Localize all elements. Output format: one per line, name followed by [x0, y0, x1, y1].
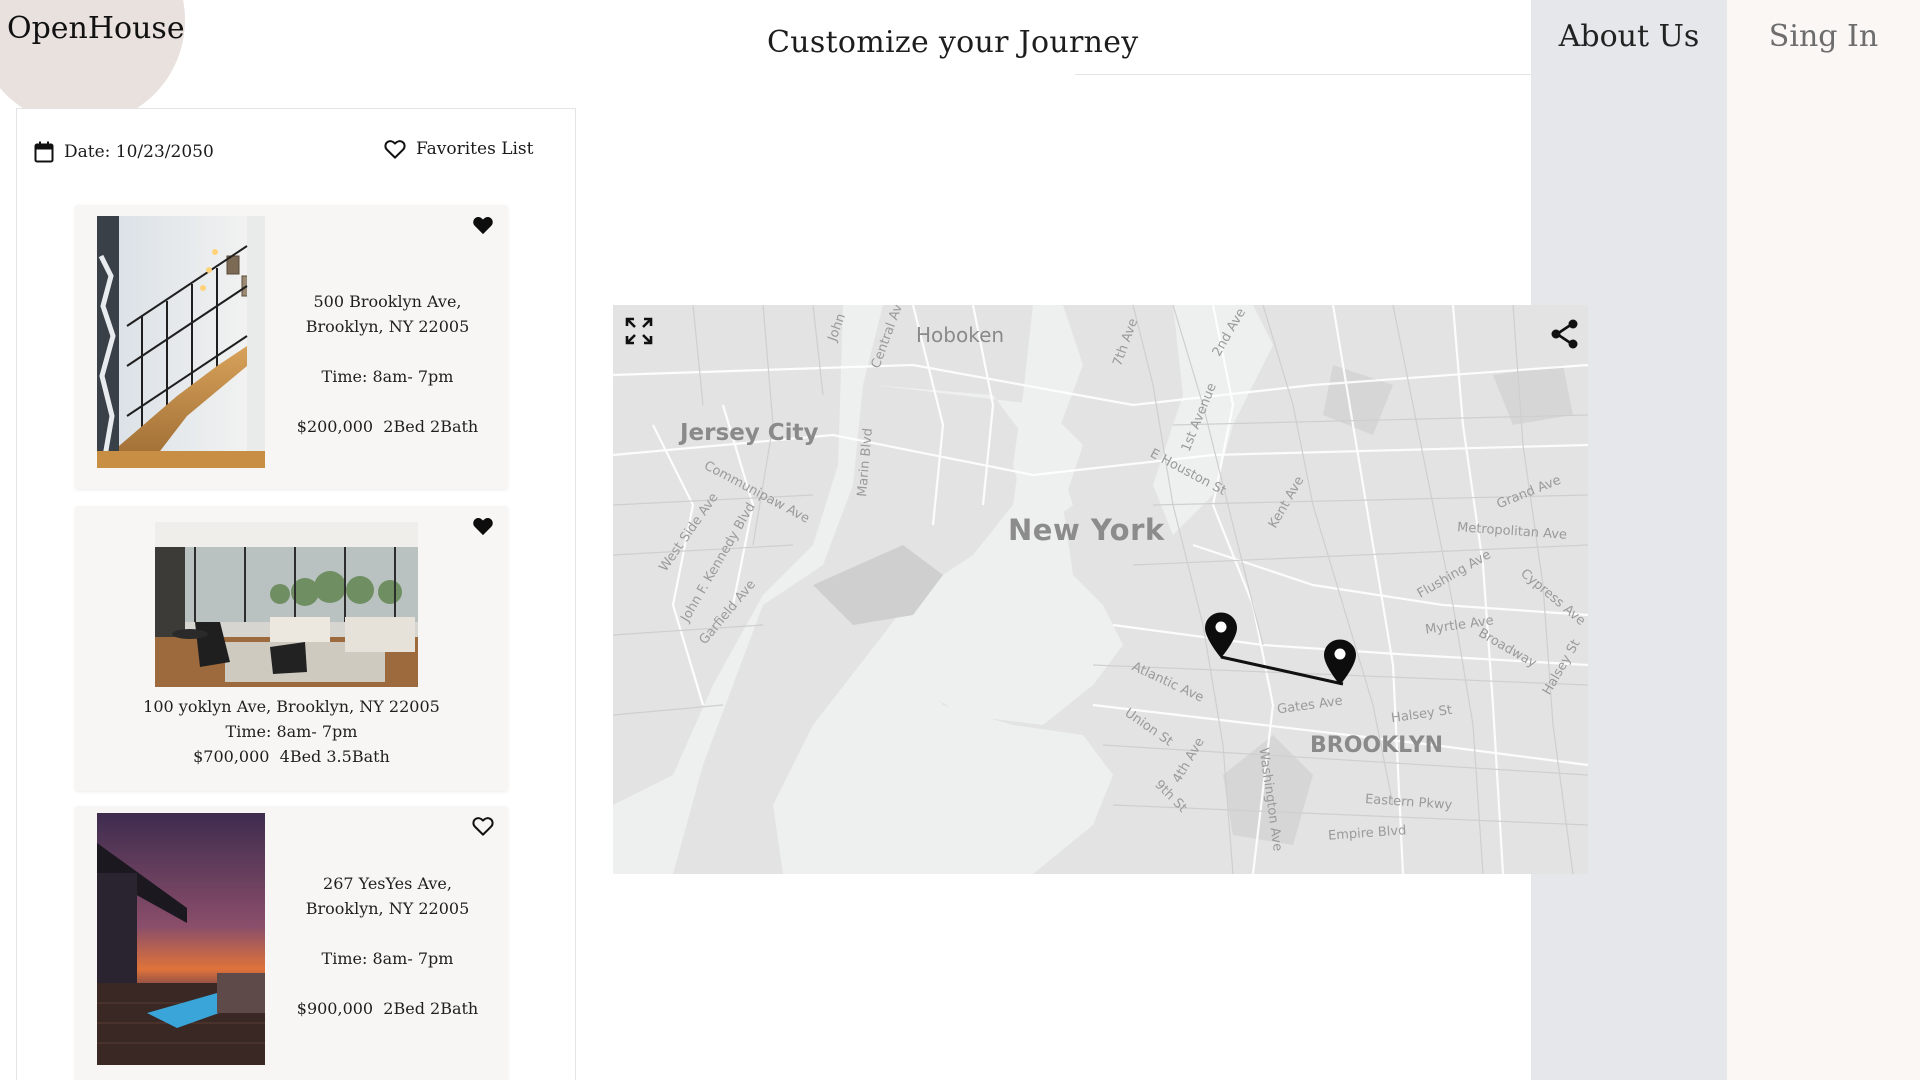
map-pin-icon[interactable] [1322, 638, 1358, 686]
share-icon[interactable] [1548, 317, 1582, 351]
listing-details: 2Bed 2Bath [383, 417, 479, 436]
listing-info: 100 yoklyn Ave, Brooklyn, NY 22005 Time:… [75, 694, 508, 769]
map-label-hoboken: Hoboken [916, 323, 1005, 347]
heart-outline-icon[interactable] [472, 816, 494, 836]
nav-signin-label[interactable]: Sing In [1727, 19, 1920, 54]
title-divider [1075, 74, 1531, 75]
listing-card[interactable]: 267 YesYes Ave, Brooklyn, NY 22005 Time:… [75, 806, 508, 1080]
map-pin-icon[interactable] [1203, 611, 1239, 659]
listing-time: Time: 8am- 7pm [321, 949, 454, 968]
listing-photo[interactable] [97, 813, 265, 1065]
listing-photo[interactable] [155, 522, 418, 687]
date-label: Date: 10/23/2050 [64, 142, 214, 162]
favorites-list-label: Favorites List [416, 139, 534, 159]
listing-card[interactable]: 500 Brooklyn Ave, Brooklyn, NY 22005 Tim… [75, 205, 508, 489]
listing-price: $200,000 [296, 417, 374, 436]
heart-filled-icon[interactable] [472, 215, 494, 235]
listing-info: 267 YesYes Ave, Brooklyn, NY 22005 Time:… [280, 871, 495, 1021]
listing-address: 100 yoklyn Ave, Brooklyn, NY 22005 [143, 697, 440, 716]
listing-address-line2: Brooklyn, NY 22005 [305, 899, 470, 918]
map-label-jersey-city: Jersey City [680, 420, 819, 446]
heart-outline-icon [384, 139, 406, 159]
nav-about-label[interactable]: About Us [1531, 19, 1727, 54]
favorites-list-button[interactable]: Favorites List [384, 139, 533, 159]
calendar-icon [34, 141, 54, 163]
panel-header: Date: 10/23/2050 Favorites List [17, 109, 575, 194]
nav-sign-in[interactable]: Sing In [1727, 0, 1920, 1080]
listing-card[interactable]: 100 yoklyn Ave, Brooklyn, NY 22005 Time:… [75, 506, 508, 791]
listing-address-line1: 267 YesYes Ave, [323, 874, 452, 893]
listing-time: Time: 8am- 7pm [225, 722, 358, 741]
listing-info: 500 Brooklyn Ave, Brooklyn, NY 22005 Tim… [280, 289, 495, 439]
listing-photo[interactable] [97, 216, 265, 468]
brand-logo[interactable]: OpenHouse [7, 11, 185, 46]
listing-price: $900,000 [296, 999, 374, 1018]
map-view[interactable]: Hoboken Jersey City New York BROOKLYN Gr… [613, 305, 1588, 874]
expand-icon[interactable] [623, 315, 655, 347]
listings-panel: Date: 10/23/2050 Favorites List 500 Broo… [16, 108, 576, 1080]
map-label-new-york: New York [1008, 513, 1165, 547]
map-label-brooklyn: BROOKLYN [1310, 733, 1444, 758]
listing-price: $700,000 [193, 747, 270, 766]
listing-address-line1: 500 Brooklyn Ave, [313, 292, 462, 311]
date-selector[interactable]: Date: 10/23/2050 [34, 141, 214, 163]
listing-time: Time: 8am- 7pm [321, 367, 454, 386]
listing-details: 4Bed 3.5Bath [279, 747, 390, 766]
page-title: Customize your Journey [767, 25, 1139, 60]
heart-filled-icon[interactable] [472, 516, 494, 536]
listing-address-line2: Brooklyn, NY 22005 [305, 317, 470, 336]
listing-details: 2Bed 2Bath [383, 999, 479, 1018]
